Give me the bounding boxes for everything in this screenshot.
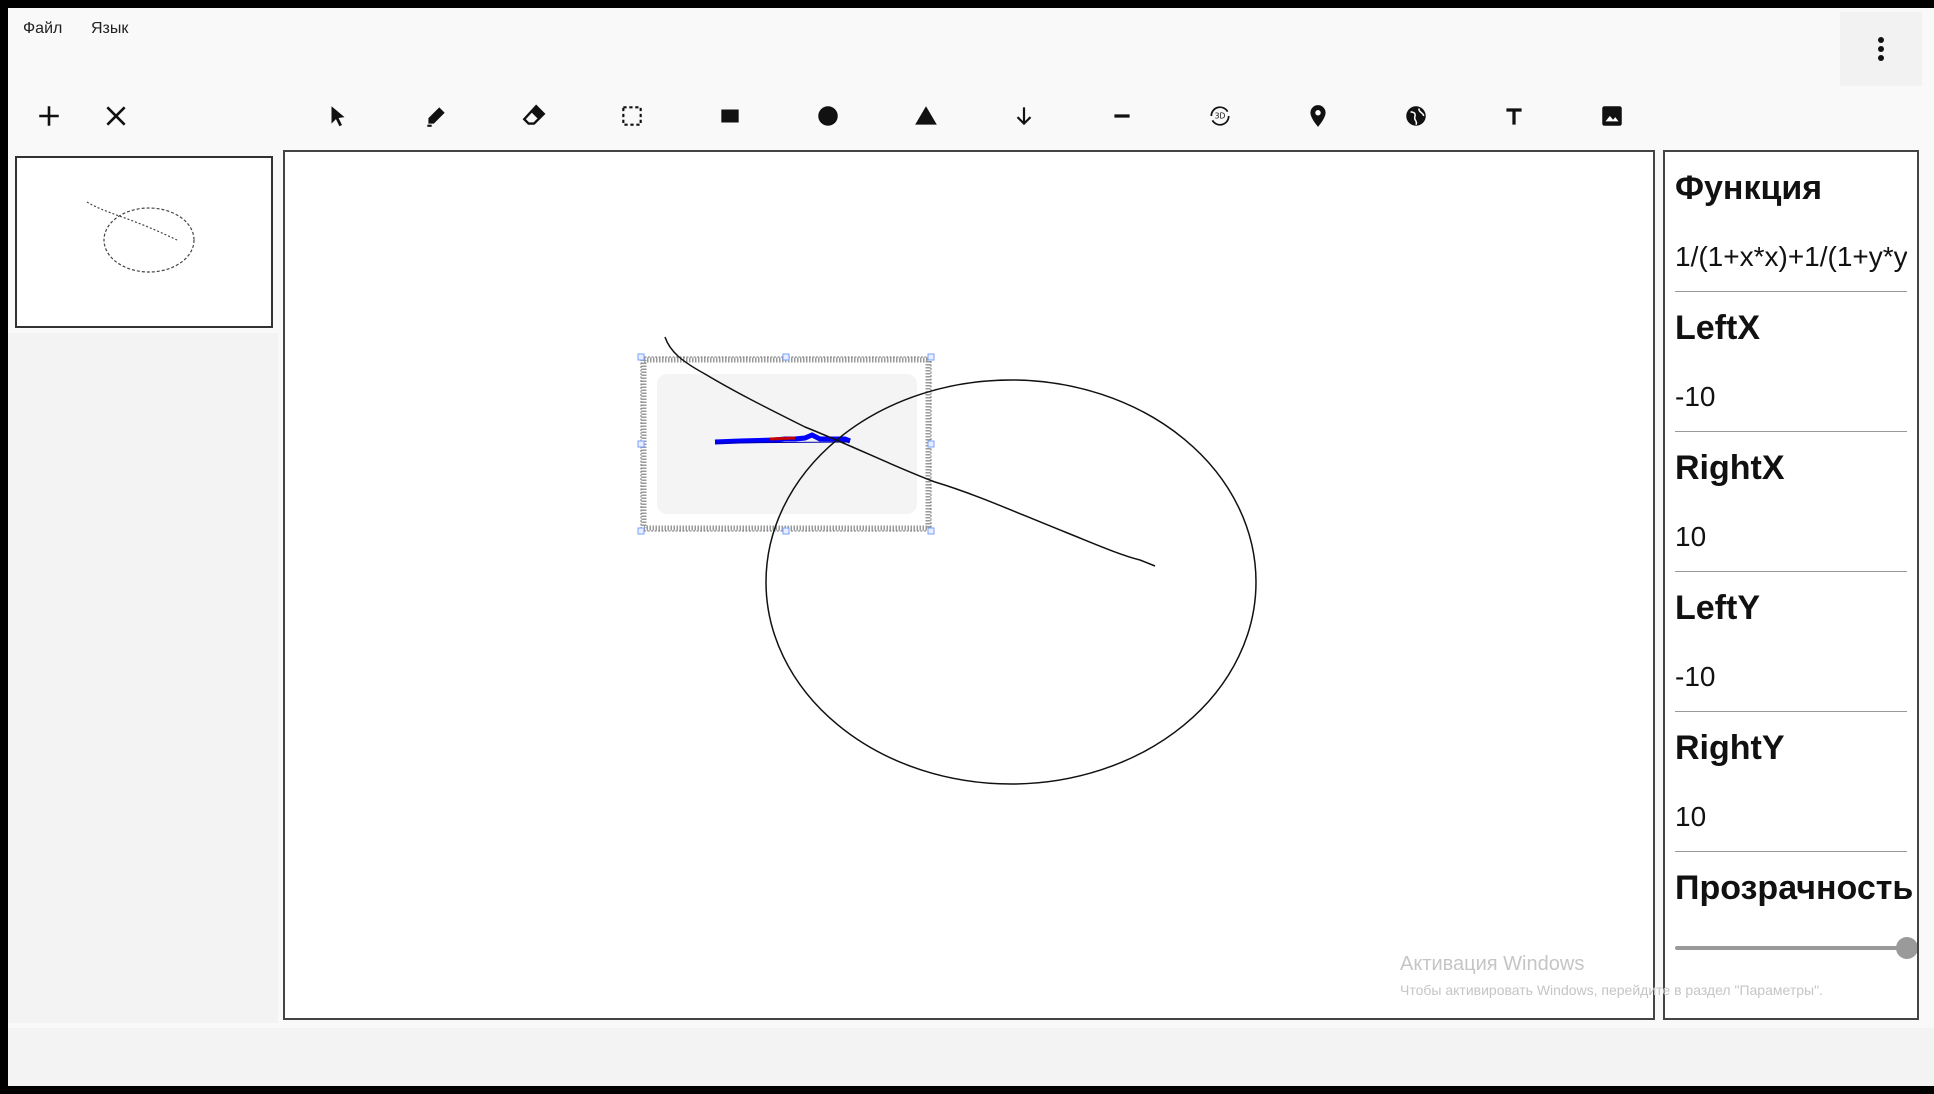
slider-thumb[interactable] <box>1896 937 1917 959</box>
location-pin-icon <box>1310 105 1326 127</box>
rectangle-icon <box>721 109 739 123</box>
tool-eraser-button[interactable] <box>508 90 560 142</box>
more-vertical-icon <box>1878 37 1884 61</box>
close-icon <box>106 106 126 126</box>
leftx-field[interactable]: -10 <box>1675 362 1907 432</box>
pen-icon <box>427 107 445 127</box>
lefty-label: LeftY <box>1675 589 1760 627</box>
arrow-down-icon <box>1016 107 1032 126</box>
tool-selection-button[interactable] <box>606 90 658 142</box>
tool-pin-button[interactable] <box>1292 90 1344 142</box>
thumbnail-preview <box>86 201 195 273</box>
function-field[interactable]: 1/(1+x*x)+1/(1+y*y) <box>1675 222 1907 292</box>
tool-line-button[interactable] <box>1096 90 1148 142</box>
tool-arrow-button[interactable] <box>998 90 1050 142</box>
circle-icon <box>818 106 838 126</box>
tool-text-button[interactable] <box>1488 90 1540 142</box>
eraser-icon <box>522 104 546 125</box>
function-plot-object[interactable] <box>637 353 935 535</box>
slider-track <box>1675 946 1907 950</box>
tool-image-button[interactable] <box>1586 90 1638 142</box>
opacity-label: Прозрачность <box>1675 869 1914 907</box>
more-options-button[interactable] <box>1840 12 1922 86</box>
plus-icon <box>39 106 59 126</box>
menu-file[interactable]: Файл <box>23 20 62 38</box>
righty-field[interactable]: 10 <box>1675 782 1907 852</box>
properties-panel: Функция 1/(1+x*x)+1/(1+y*y) LeftX -10 Ri… <box>1663 150 1919 1020</box>
line-icon <box>1114 114 1130 118</box>
image-icon <box>1602 106 1622 126</box>
add-page-button[interactable] <box>23 90 75 142</box>
delete-page-button[interactable] <box>90 90 142 142</box>
bottom-bar <box>8 1028 1934 1086</box>
rotate-3d-icon: 3D <box>1210 106 1230 126</box>
lefty-field[interactable]: -10 <box>1675 642 1907 712</box>
tool-select-button[interactable] <box>312 90 364 142</box>
leftx-label: LeftX <box>1675 309 1760 347</box>
tool-rectangle-button[interactable] <box>704 90 756 142</box>
tool-circle-button[interactable] <box>802 90 854 142</box>
rightx-field[interactable]: 10 <box>1675 502 1907 572</box>
tool-3d-button[interactable]: 3D <box>1194 90 1246 142</box>
page-thumbnail[interactable] <box>15 156 273 328</box>
menu-language[interactable]: Язык <box>91 20 128 38</box>
canvas-drawing <box>637 336 1257 785</box>
righty-label: RightY <box>1675 729 1785 767</box>
svg-text:3D: 3D <box>1215 112 1226 121</box>
tool-triangle-button[interactable] <box>900 90 952 142</box>
triangle-icon <box>915 106 937 125</box>
tool-pen-button[interactable] <box>410 90 462 142</box>
drawing-canvas[interactable] <box>283 150 1655 1020</box>
selection-rect-icon <box>622 106 642 126</box>
text-icon <box>1506 108 1522 125</box>
app-window: Файл Язык 3D Функция 1/(1+x*x)+1/(1+y*y)… <box>8 8 1934 1086</box>
select-pointer-icon <box>331 106 345 127</box>
rightx-label: RightX <box>1675 449 1785 487</box>
tool-globe-button[interactable] <box>1390 90 1442 142</box>
globe-icon <box>1406 106 1426 126</box>
opacity-slider[interactable] <box>1675 926 1917 966</box>
function-label: Функция <box>1675 169 1823 207</box>
thumbnail-strip <box>8 333 278 1023</box>
